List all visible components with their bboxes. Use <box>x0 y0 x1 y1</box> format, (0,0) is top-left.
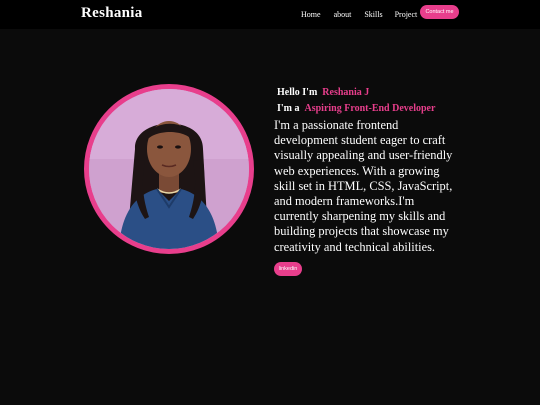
linkedin-button[interactable]: linkedin <box>274 262 302 276</box>
hero-name: Reshania J <box>322 87 370 98</box>
greeting-line: Hello I'm Reshania J <box>277 87 369 98</box>
nav-about-link[interactable]: about <box>334 10 352 19</box>
bio-paragraph: I'm a passionate frontend development st… <box>274 118 453 254</box>
profile-photo <box>84 84 254 254</box>
main-nav: Home about Skills Project <box>301 10 417 19</box>
role-title: Aspiring Front-End Developer <box>304 103 436 114</box>
greeting-text: Hello I'm <box>277 87 318 98</box>
nav-project-link[interactable]: Project <box>395 10 418 19</box>
profile-portrait-image <box>89 89 249 249</box>
role-prefix: I'm a <box>277 103 300 114</box>
contact-me-button[interactable]: Contact me <box>420 5 459 19</box>
nav-skills-link[interactable]: Skills <box>364 10 382 19</box>
nav-home-link[interactable]: Home <box>301 10 321 19</box>
brand-logo[interactable]: Reshania <box>81 5 143 22</box>
role-line: I'm a Aspiring Front-End Developer <box>277 103 435 114</box>
top-nav-bar: Reshania Home about Skills Project Conta… <box>0 0 540 29</box>
